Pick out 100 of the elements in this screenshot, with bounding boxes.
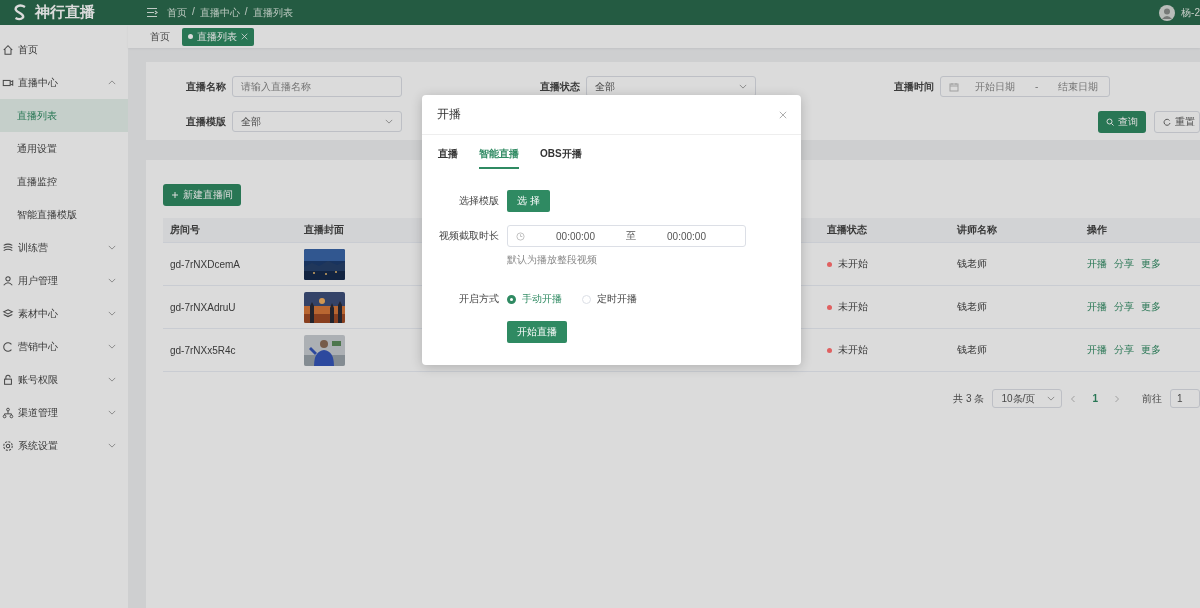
- caret-icon: [108, 80, 116, 85]
- action-link[interactable]: 开播: [1087, 300, 1107, 314]
- caret-icon: [108, 344, 116, 349]
- sidebar-subitem[interactable]: 直播列表: [0, 99, 128, 132]
- total-count: 共 3 条: [953, 391, 985, 406]
- caret-icon: [108, 410, 116, 415]
- filter-label: 直播模版: [185, 114, 227, 129]
- dialog-tab[interactable]: 直播: [438, 147, 458, 169]
- status-text: 未开始: [838, 257, 868, 271]
- field-label: 选择模版: [458, 194, 500, 208]
- action-link[interactable]: 更多: [1141, 300, 1161, 314]
- column-header: 讲师名称: [956, 223, 998, 237]
- dialog-tab[interactable]: 智能直播: [479, 147, 519, 169]
- select-field[interactable]: 全部: [232, 111, 402, 132]
- user-name[interactable]: 杨-2: [1181, 5, 1200, 20]
- room-id: gd-7rNXAdruU: [169, 301, 237, 313]
- sidebar-item[interactable]: 素材中心: [0, 297, 128, 330]
- sidebar-icon: [2, 439, 14, 452]
- sidebar-item[interactable]: 渠道管理: [0, 396, 128, 429]
- sidebar-item[interactable]: 首页: [0, 33, 128, 66]
- page-size-select[interactable]: 10条/页: [992, 389, 1063, 408]
- sidebar-item[interactable]: 系统设置: [0, 429, 128, 462]
- action-link[interactable]: 分享: [1114, 300, 1134, 314]
- choose-button[interactable]: 选 择: [507, 190, 550, 212]
- page-number[interactable]: 1: [1084, 393, 1106, 404]
- column-header: 直播封面: [303, 223, 345, 237]
- menu-icon[interactable]: [146, 7, 158, 18]
- breadcrumb-separator: /: [244, 5, 248, 19]
- goto-label: 前往: [1142, 391, 1162, 406]
- action-link[interactable]: 开播: [1087, 257, 1107, 271]
- page-tab[interactable]: 首页: [144, 27, 176, 46]
- action-link[interactable]: 开播: [1087, 343, 1107, 357]
- caret-icon: [1047, 396, 1056, 401]
- sidebar-icon: [2, 274, 14, 287]
- column-header: 操作: [1086, 223, 1108, 237]
- close-icon[interactable]: [779, 110, 787, 119]
- action-link[interactable]: 分享: [1114, 257, 1134, 271]
- calendar-icon: [949, 81, 959, 92]
- sidebar-icon: [2, 406, 14, 419]
- sidebar-item[interactable]: 账号权限: [0, 363, 128, 396]
- column-header: 房间号: [169, 223, 201, 237]
- avatar-icon[interactable]: [1159, 4, 1176, 21]
- time-range-field[interactable]: 00:00:00 至 00:00:00: [507, 225, 746, 247]
- teacher-name: 钱老师: [956, 257, 988, 271]
- filter-label: 直播名称: [185, 79, 227, 94]
- caret-icon: [108, 245, 116, 250]
- reset-button[interactable]: 重置: [1154, 110, 1200, 133]
- sidebar-icon: [2, 241, 14, 254]
- refresh-icon: [1163, 117, 1171, 126]
- caret-icon: [739, 84, 747, 89]
- breadcrumb-item[interactable]: 直播中心: [199, 5, 240, 20]
- radio-icon[interactable]: [507, 294, 516, 304]
- field-label: 开启方式: [458, 292, 500, 306]
- sidebar-item[interactable]: 营销中心: [0, 330, 128, 363]
- sidebar-item[interactable]: 训练营: [0, 231, 128, 264]
- filter-label: 直播状态: [539, 79, 581, 94]
- caret-icon: [108, 311, 116, 316]
- sidebar-item[interactable]: 直播中心: [0, 66, 128, 99]
- breadcrumb-separator: /: [192, 5, 195, 19]
- date-range-field[interactable]: 开始日期 - 结束日期: [940, 76, 1110, 97]
- filter-label: 直播时间: [893, 79, 935, 94]
- page-tab[interactable]: 直播列表: [182, 27, 254, 46]
- caret-icon: [385, 119, 393, 124]
- sidebar-subitem[interactable]: 智能直播模版: [0, 198, 128, 231]
- field-label: 视频截取时长: [438, 229, 500, 243]
- sidebar-subitem[interactable]: 直播监控: [0, 165, 128, 198]
- breadcrumb-item[interactable]: 直播列表: [252, 5, 293, 20]
- dialog-tab[interactable]: OBS开播: [540, 147, 582, 169]
- goto-page-field[interactable]: 1: [1170, 389, 1200, 408]
- breadcrumb-item[interactable]: 首页: [167, 5, 187, 20]
- new-room-button[interactable]: 新建直播间: [163, 184, 241, 206]
- start-live-button[interactable]: 开始直播: [507, 321, 567, 343]
- sidebar-item[interactable]: 用户管理: [0, 264, 128, 297]
- column-header: 直播状态: [826, 223, 868, 237]
- teacher-name: 钱老师: [956, 300, 988, 314]
- radio-option[interactable]: 定时开播: [582, 292, 637, 306]
- name-field[interactable]: 请输入直播名称: [232, 76, 402, 97]
- caret-icon: [108, 377, 116, 382]
- dialog-title: 开播: [437, 106, 461, 123]
- logo-icon: [14, 4, 27, 21]
- room-id: gd-7rNXDcemA: [169, 258, 242, 270]
- room-id: gd-7rNXx5R4c: [169, 344, 237, 356]
- action-link[interactable]: 更多: [1141, 343, 1161, 357]
- app-logo: 神行直播: [35, 3, 95, 22]
- search-button[interactable]: 查询: [1098, 110, 1146, 133]
- sidebar-subitem[interactable]: 通用设置: [0, 132, 128, 165]
- action-link[interactable]: 分享: [1114, 343, 1134, 357]
- hint-text: 默认为播放整段视频: [507, 253, 598, 267]
- plus-icon: [171, 191, 179, 199]
- radio-option[interactable]: 手动开播: [507, 292, 562, 306]
- sidebar-icon: [2, 307, 14, 320]
- status-text: 未开始: [838, 300, 868, 314]
- sidebar-icon: [2, 340, 14, 353]
- select-field[interactable]: 全部: [586, 76, 756, 97]
- caret-icon: [108, 278, 116, 283]
- search-icon: [1106, 117, 1114, 126]
- action-link[interactable]: 更多: [1141, 257, 1161, 271]
- teacher-name: 钱老师: [956, 343, 988, 357]
- clock-icon: [516, 231, 525, 241]
- sidebar-icon: [2, 43, 14, 56]
